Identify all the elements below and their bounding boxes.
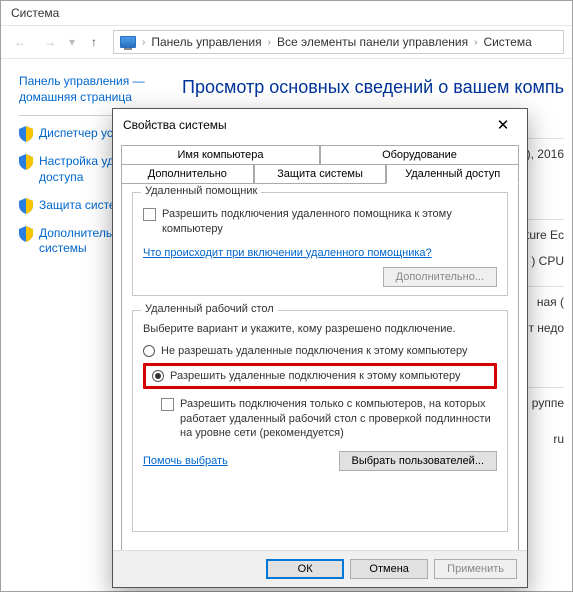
system-properties-dialog: Свойства системы ✕ Имя компьютера Оборуд… <box>112 108 528 588</box>
checkbox-label: Разрешить подключения удаленного помощни… <box>162 207 497 237</box>
remote-assistance-help-link[interactable]: Что происходит при включении удаленного … <box>143 247 432 259</box>
shield-icon <box>19 226 33 242</box>
rdp-deny-radio[interactable]: Не разрешать удаленные подключения к это… <box>143 345 497 357</box>
tab-remote[interactable]: Удаленный доступ <box>386 164 519 184</box>
shield-icon <box>19 154 33 170</box>
window-title: Система <box>1 1 572 25</box>
select-users-button[interactable]: Выбрать пользователей... <box>339 451 498 471</box>
tab-strip: Имя компьютера Оборудование Дополнительн… <box>121 145 519 184</box>
rdp-allow-radio[interactable]: Разрешить удаленные подключения к этому … <box>152 370 488 382</box>
radio-label: Не разрешать удаленные подключения к это… <box>161 345 468 357</box>
group-title: Удаленный рабочий стол <box>141 303 278 315</box>
shield-icon <box>19 126 33 142</box>
breadcrumb[interactable]: Система <box>483 35 531 49</box>
remote-desktop-group: Удаленный рабочий стол Выберите вариант … <box>132 310 508 532</box>
tab-advanced[interactable]: Дополнительно <box>121 164 254 184</box>
shield-icon <box>19 198 33 214</box>
tab-hardware[interactable]: Оборудование <box>320 145 519 164</box>
forward-button[interactable]: → <box>39 31 61 53</box>
chevron-right-icon: › <box>268 37 271 48</box>
dialog-button-row: ОК Отмена Применить <box>113 550 527 587</box>
remote-assistance-advanced-button[interactable]: Дополнительно... <box>383 267 497 287</box>
cancel-button[interactable]: Отмена <box>350 559 428 579</box>
radio-icon <box>152 370 164 382</box>
tab-panel-remote: Удаленный помощник Разрешить подключения… <box>121 183 519 569</box>
breadcrumb[interactable]: Панель управления <box>151 35 261 49</box>
chevron-right-icon: › <box>142 37 145 48</box>
dialog-title: Свойства системы <box>123 118 227 132</box>
remote-assistance-group: Удаленный помощник Разрешить подключения… <box>132 192 508 296</box>
up-button[interactable]: ↑ <box>83 31 105 53</box>
nla-checkbox[interactable]: Разрешить подключения только с компьютер… <box>161 397 497 442</box>
group-description: Выберите вариант и укажите, кому разреше… <box>143 323 497 335</box>
tab-system-protection[interactable]: Защита системы <box>254 164 387 184</box>
chevron-right-icon: › <box>474 37 477 48</box>
dialog-titlebar: Свойства системы ✕ <box>113 109 527 141</box>
tab-computer-name[interactable]: Имя компьютера <box>121 145 320 164</box>
apply-button[interactable]: Применить <box>434 559 517 579</box>
radio-label: Разрешить удаленные подключения к этому … <box>170 370 461 382</box>
page-heading: Просмотр основных сведений о вашем компь <box>182 77 564 98</box>
breadcrumb[interactable]: Все элементы панели управления <box>277 35 468 49</box>
checkbox-icon <box>143 208 156 221</box>
group-title: Удаленный помощник <box>141 185 261 197</box>
allow-remote-assistance-checkbox[interactable]: Разрешить подключения удаленного помощни… <box>143 207 497 237</box>
computer-icon <box>120 36 136 48</box>
close-button[interactable]: ✕ <box>489 115 517 135</box>
checkbox-label: Разрешить подключения только с компьютер… <box>180 397 497 442</box>
address-bar[interactable]: › Панель управления › Все элементы панел… <box>113 30 564 54</box>
help-choose-link[interactable]: Помочь выбрать <box>143 455 228 467</box>
nav-bar: ← → ▾ ↑ › Панель управления › Все элемен… <box>1 25 572 59</box>
radio-icon <box>143 345 155 357</box>
highlight-box: Разрешить удаленные подключения к этому … <box>143 363 497 389</box>
checkbox-icon <box>161 398 174 411</box>
back-button[interactable]: ← <box>9 31 31 53</box>
ok-button[interactable]: ОК <box>266 559 344 579</box>
